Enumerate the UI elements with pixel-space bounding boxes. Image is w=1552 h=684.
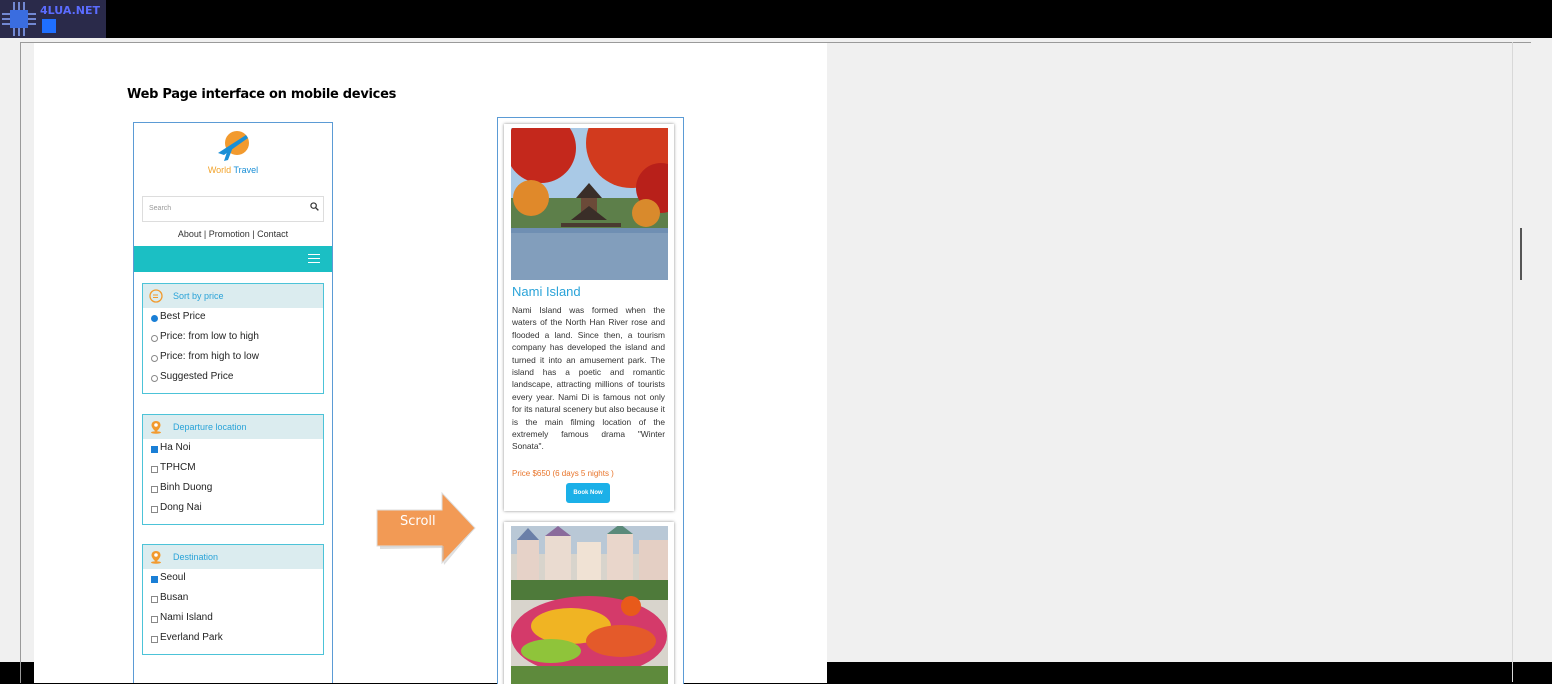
option-label: Ha Noi: [160, 442, 191, 453]
search-icon[interactable]: [310, 202, 319, 211]
everland-park-photo: [511, 526, 668, 684]
filter-title: Destination: [173, 552, 219, 562]
checkbox-option[interactable]: Ha Noi: [143, 440, 323, 460]
radio-button[interactable]: [151, 335, 158, 342]
option-label: Price: from low to high: [160, 331, 259, 342]
nav-links[interactable]: About | Promotion | Contact: [134, 229, 332, 239]
map-pin-icon: [149, 550, 163, 564]
radio-button[interactable]: [151, 375, 158, 382]
filter-title: Sort by price: [173, 291, 224, 301]
book-now-button[interactable]: Book Now: [566, 483, 610, 503]
checkbox-option[interactable]: Everland Park: [143, 630, 323, 650]
site-logo[interactable]: 4LUA.NET 1: [0, 0, 106, 38]
mobile-mockup-filters: World Travel Search About | Promotion | …: [133, 122, 333, 683]
sort-icon: [149, 289, 163, 303]
radio-option[interactable]: Price: from high to low: [143, 349, 323, 369]
option-label: Dong Nai: [160, 502, 202, 513]
filter-header[interactable]: Sort by price: [143, 284, 323, 308]
filter-header[interactable]: Departure location: [143, 415, 323, 439]
option-label: Binh Duong: [160, 482, 213, 493]
document-page: Web Page interface on mobile devices Wor…: [34, 43, 827, 684]
checkbox-option[interactable]: Dong Nai: [143, 500, 323, 520]
scrollbar-thumb[interactable]: [1520, 228, 1522, 280]
card-description: Nami Island was formed when the waters o…: [512, 305, 665, 452]
option-label: Everland Park: [160, 632, 223, 643]
filter-header[interactable]: Destination: [143, 545, 323, 569]
checkbox-option[interactable]: Seoul: [143, 570, 323, 590]
checkbox-option[interactable]: TPHCM: [143, 460, 323, 480]
mobile-navbar: [134, 246, 332, 272]
viewer-divider: [1512, 42, 1513, 682]
checkbox[interactable]: [151, 616, 158, 623]
radio-option[interactable]: Price: from low to high: [143, 329, 323, 349]
option-label: Seoul: [160, 572, 186, 583]
nami-island-photo: [511, 128, 668, 280]
document-heading: Web Page interface on mobile devices: [127, 87, 397, 102]
checkbox[interactable]: [151, 446, 158, 453]
checkbox[interactable]: [151, 576, 158, 583]
filter-title: Departure location: [173, 422, 247, 432]
radio-option[interactable]: Best Price: [143, 309, 323, 329]
card-price: Price $650 (6 days 5 nights ): [512, 469, 614, 478]
checkbox[interactable]: [151, 506, 158, 513]
card-title[interactable]: Nami Island: [512, 284, 581, 299]
radio-option[interactable]: Suggested Price: [143, 369, 323, 389]
chip-icon: [2, 2, 36, 36]
search-input[interactable]: Search: [142, 196, 324, 222]
document-viewer: Web Page interface on mobile devices Wor…: [0, 38, 1552, 684]
brand-name: World Travel: [207, 165, 259, 175]
option-label: Busan: [160, 592, 189, 603]
filter-box: Destination Seoul Busan Nami Island Everland…: [142, 544, 324, 655]
option-label: Price: from high to low: [160, 351, 259, 362]
checkbox-option[interactable]: Busan: [143, 590, 323, 610]
filter-box: Departure location Ha Noi TPHCM Binh Duong D…: [142, 414, 324, 525]
site-name: 4LUA.NET: [40, 4, 100, 17]
radio-button[interactable]: [151, 315, 158, 322]
checkbox[interactable]: [151, 466, 158, 473]
hamburger-menu-icon[interactable]: [308, 254, 320, 264]
search-placeholder: Search: [149, 205, 172, 212]
option-label: Suggested Price: [160, 371, 234, 382]
filter-box: Sort by price Best Price Price: from low t…: [142, 283, 324, 394]
top-bar: 4LUA.NET 1: [0, 0, 1552, 38]
checkbox[interactable]: [151, 636, 158, 643]
option-label: Nami Island: [160, 612, 213, 623]
site-badge: 1: [42, 19, 56, 33]
checkbox-option[interactable]: Nami Island: [143, 610, 323, 630]
mobile-mockup-cards: Nami Island Nami Island was formed when …: [497, 117, 684, 684]
checkbox-option[interactable]: Binh Duong: [143, 480, 323, 500]
scroll-label: Scroll: [400, 514, 436, 529]
checkbox[interactable]: [151, 486, 158, 493]
checkbox[interactable]: [151, 596, 158, 603]
tour-card: [504, 522, 674, 684]
map-pin-icon: [149, 420, 163, 434]
radio-button[interactable]: [151, 355, 158, 362]
option-label: TPHCM: [160, 462, 196, 473]
tour-card: Nami Island Nami Island was formed when …: [504, 124, 674, 511]
option-label: Best Price: [160, 311, 206, 322]
